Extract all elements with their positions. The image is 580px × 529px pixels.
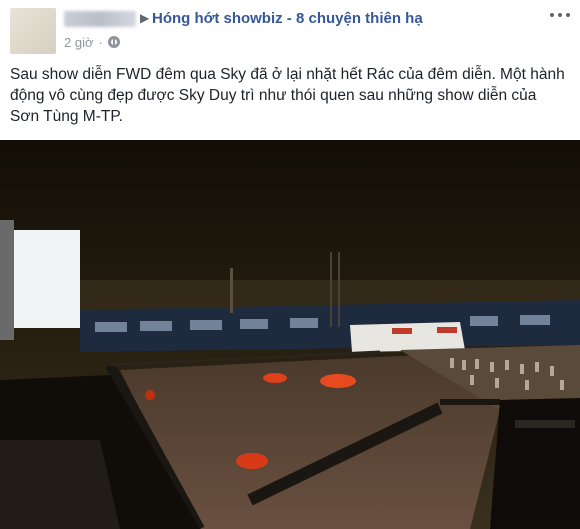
facebook-post: ▶ Hóng hớt showbiz - 8 chuyện thiên hạ 2… xyxy=(0,0,580,529)
group-name-link[interactable]: Hóng hớt showbiz - 8 chuyện thiên hạ xyxy=(152,9,423,29)
post-body-text: Sau show diễn FWD đêm qua Sky đã ở lại n… xyxy=(10,66,565,125)
avatar[interactable] xyxy=(10,8,56,54)
timestamp[interactable]: 2 giờ xyxy=(64,35,94,50)
more-options-icon[interactable] xyxy=(550,8,570,22)
post-photo[interactable] xyxy=(0,140,580,529)
author-name-blurred[interactable] xyxy=(64,11,136,27)
post-meta: 2 giờ · xyxy=(64,34,120,50)
globe-icon[interactable] xyxy=(107,36,120,48)
stadium-night-photo xyxy=(0,140,580,529)
meta-separator: · xyxy=(98,34,103,50)
